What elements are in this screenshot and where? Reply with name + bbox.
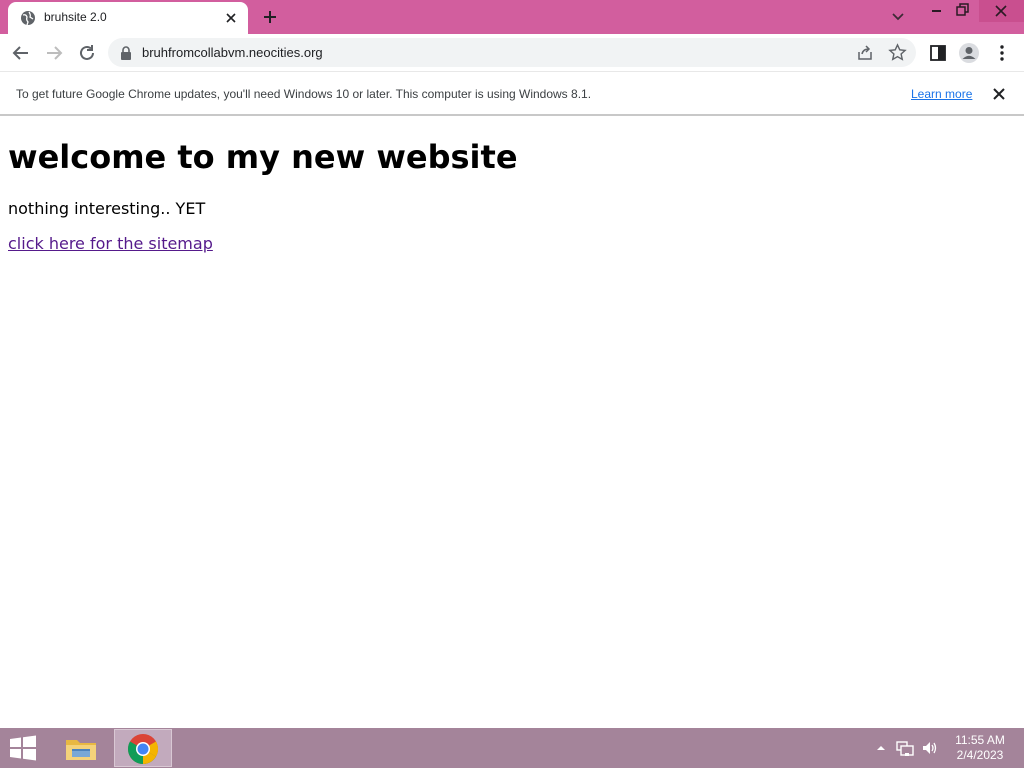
window-close-button[interactable]	[979, 0, 1024, 22]
lock-icon[interactable]	[120, 46, 132, 60]
file-explorer-icon[interactable]	[62, 732, 100, 764]
profile-icon[interactable]	[958, 42, 980, 64]
chrome-taskbar-button[interactable]	[114, 729, 172, 767]
clock-time: 11:55 AM	[955, 733, 1005, 747]
volume-icon[interactable]	[921, 740, 939, 756]
infobar-message: To get future Google Chrome updates, you…	[16, 87, 592, 101]
reload-icon[interactable]	[76, 42, 98, 64]
side-panel-icon[interactable]	[927, 42, 949, 64]
chrome-icon	[127, 734, 159, 765]
close-icon[interactable]	[991, 86, 1007, 102]
page-paragraph: nothing interesting.. YET	[8, 199, 206, 218]
star-icon[interactable]	[888, 43, 907, 62]
page-heading: welcome to my new website	[8, 138, 518, 176]
tab-title: bruhsite 2.0	[44, 10, 107, 24]
taskbar: 11:55 AM 2/4/2023	[0, 728, 1024, 768]
network-icon[interactable]	[896, 740, 914, 756]
share-icon[interactable]	[856, 44, 874, 62]
update-infobar: To get future Google Chrome updates, you…	[0, 72, 1024, 116]
globe-icon	[21, 11, 35, 26]
browser-tab[interactable]: bruhsite 2.0	[8, 2, 248, 34]
close-icon[interactable]	[222, 9, 240, 27]
forward-arrow-icon[interactable]	[43, 42, 65, 64]
new-tab-button[interactable]	[258, 6, 282, 28]
learn-more-link[interactable]: Learn more	[911, 87, 972, 101]
sitemap-link[interactable]: click here for the sitemap	[8, 234, 213, 253]
address-bar[interactable]: bruhfromcollabvm.neocities.org	[108, 38, 916, 67]
back-arrow-icon[interactable]	[10, 42, 32, 64]
url-text[interactable]: bruhfromcollabvm.neocities.org	[142, 45, 323, 60]
minimize-button[interactable]	[924, 0, 948, 22]
tray-arrow-icon[interactable]	[876, 740, 886, 756]
chevron-down-icon[interactable]	[888, 8, 908, 26]
system-clock[interactable]: 11:55 AM 2/4/2023	[944, 733, 1016, 763]
windows-logo-icon[interactable]	[8, 734, 38, 762]
title-bar: bruhsite 2.0	[0, 0, 1024, 34]
web-page-content: welcome to my new website nothing intere…	[0, 118, 1024, 728]
restore-button[interactable]	[950, 0, 974, 22]
clock-date: 2/4/2023	[956, 748, 1004, 762]
more-vert-icon[interactable]	[991, 42, 1013, 64]
browser-toolbar: bruhfromcollabvm.neocities.org	[0, 34, 1024, 72]
